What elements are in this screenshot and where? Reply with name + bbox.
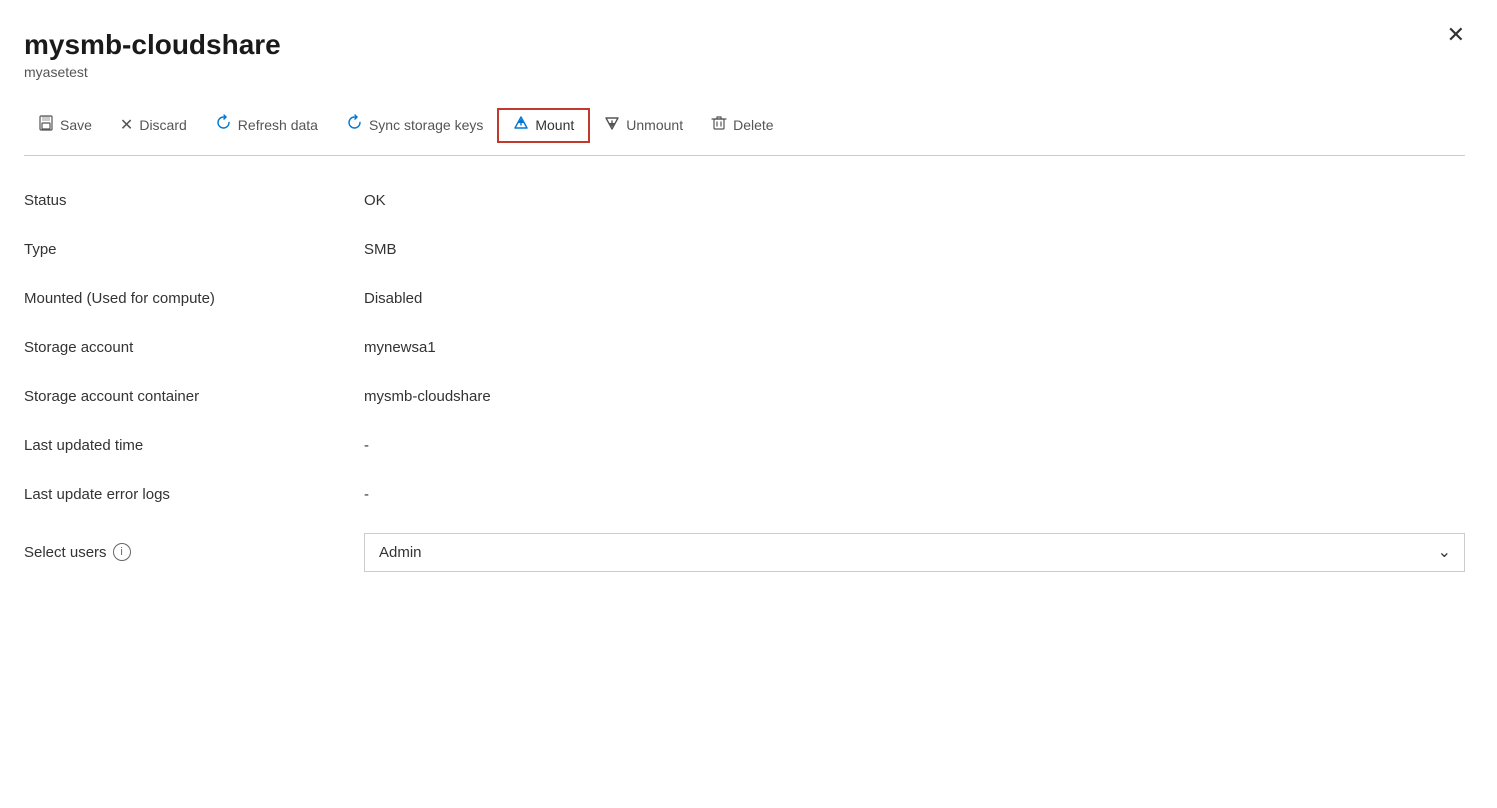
sync-label: Sync storage keys — [369, 117, 483, 133]
panel-title: mysmb-cloudshare — [24, 28, 1465, 62]
content-area: Status OK Type SMB Mounted (Used for com… — [24, 156, 1465, 606]
select-users-input[interactable]: Admin — [364, 533, 1465, 572]
field-row-storage-account: Storage account mynewsa1 — [24, 323, 1465, 372]
refresh-label: Refresh data — [238, 117, 318, 133]
field-value-type: SMB — [364, 241, 1465, 258]
field-label-storage-container: Storage account container — [24, 388, 364, 405]
toolbar: Save ✕ Discard Refresh data Sync st — [24, 96, 1465, 156]
field-row-last-updated: Last updated time - — [24, 421, 1465, 470]
field-value-storage-container: mysmb-cloudshare — [364, 388, 1465, 405]
sync-button[interactable]: Sync storage keys — [332, 108, 497, 142]
field-value-last-updated: - — [364, 437, 1465, 454]
field-row-type: Type SMB — [24, 225, 1465, 274]
save-icon — [38, 115, 54, 136]
field-row-error-logs: Last update error logs - — [24, 470, 1465, 519]
detail-panel: ✕ mysmb-cloudshare myasetest Save ✕ Disc… — [0, 0, 1497, 808]
info-icon[interactable]: i — [113, 543, 131, 561]
refresh-button[interactable]: Refresh data — [201, 108, 332, 142]
select-users-text: Select users — [24, 544, 107, 561]
field-row-status: Status OK — [24, 176, 1465, 225]
delete-icon — [711, 115, 727, 136]
field-label-status: Status — [24, 192, 364, 209]
unmount-label: Unmount — [626, 117, 683, 133]
field-value-storage-account: mynewsa1 — [364, 339, 1465, 356]
select-users-dropdown-wrapper: Admin ⌄ — [364, 533, 1465, 572]
delete-button[interactable]: Delete — [697, 109, 787, 142]
field-row-select-users: Select users i Admin ⌄ — [24, 519, 1465, 586]
panel-subtitle: myasetest — [24, 64, 1465, 80]
field-label-storage-account: Storage account — [24, 339, 364, 356]
unmount-icon — [604, 115, 620, 136]
mount-button[interactable]: Mount — [497, 108, 590, 143]
field-label-type: Type — [24, 241, 364, 258]
field-value-status: OK — [364, 192, 1465, 209]
save-button[interactable]: Save — [24, 109, 106, 142]
field-label-mounted: Mounted (Used for compute) — [24, 290, 364, 307]
field-value-mounted: Disabled — [364, 290, 1465, 307]
field-row-mounted: Mounted (Used for compute) Disabled — [24, 274, 1465, 323]
delete-label: Delete — [733, 117, 773, 133]
sync-icon — [346, 114, 363, 136]
mount-icon — [513, 115, 529, 136]
refresh-icon — [215, 114, 232, 136]
mount-label: Mount — [535, 117, 574, 133]
discard-button[interactable]: ✕ Discard — [106, 109, 201, 141]
title-section: mysmb-cloudshare myasetest — [24, 28, 1465, 80]
discard-label: Discard — [139, 117, 186, 133]
close-button[interactable]: ✕ — [1447, 24, 1465, 46]
field-label-last-updated: Last updated time — [24, 437, 364, 454]
save-label: Save — [60, 117, 92, 133]
discard-icon: ✕ — [120, 115, 133, 135]
field-label-select-users: Select users i — [24, 543, 364, 561]
unmount-button[interactable]: Unmount — [590, 109, 697, 142]
field-label-error-logs: Last update error logs — [24, 486, 364, 503]
field-row-storage-container: Storage account container mysmb-cloudsha… — [24, 372, 1465, 421]
field-value-error-logs: - — [364, 486, 1465, 503]
